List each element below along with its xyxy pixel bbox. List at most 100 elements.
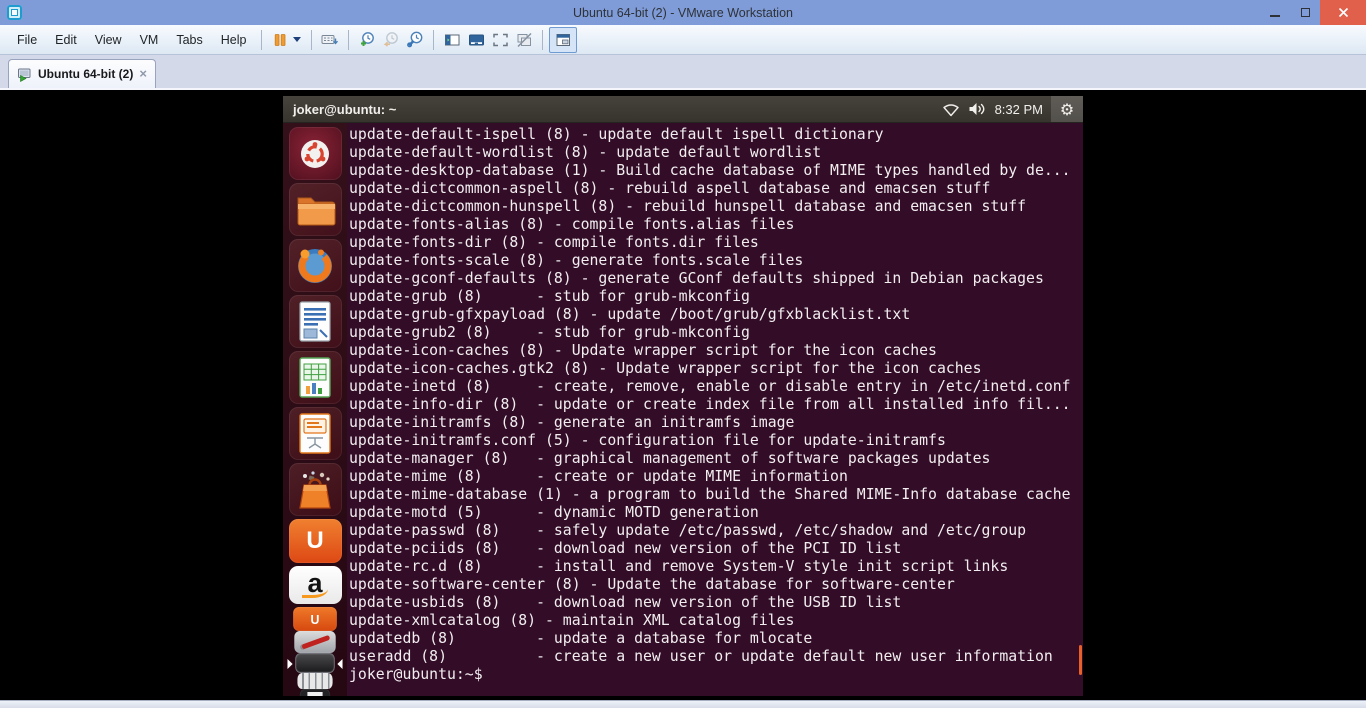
firefox-icon bbox=[298, 248, 332, 283]
terminal-line: update-initramfs (8) - generate an initr… bbox=[349, 414, 795, 431]
launcher-item-libreoffice-calc[interactable] bbox=[288, 351, 342, 404]
suspend-button[interactable] bbox=[268, 28, 292, 52]
window-title: Ubuntu 64-bit (2) - VMware Workstation bbox=[573, 5, 793, 20]
close-button[interactable] bbox=[1320, 0, 1366, 25]
thumbnail-bar-icon bbox=[468, 34, 484, 45]
titlebar: Ubuntu 64-bit (2) - VMware Workstation bbox=[0, 0, 1366, 25]
running-indicator-arrow bbox=[287, 659, 293, 669]
terminal-line: update-pciids (8) - download new version… bbox=[349, 540, 902, 557]
panel-window-title: joker@ubuntu: ~ bbox=[293, 101, 397, 117]
network-icon[interactable] bbox=[942, 102, 960, 117]
fullscreen-button[interactable] bbox=[488, 28, 512, 52]
terminal-line: update-icon-caches.gtk2 (8) - Update wra… bbox=[349, 360, 982, 377]
terminal-window[interactable]: update-default-ispell (8) - update defau… bbox=[347, 123, 1083, 696]
minimize-icon bbox=[1270, 14, 1280, 17]
launcher-item-libreoffice-writer[interactable] bbox=[288, 295, 342, 348]
terminal-line: update-icon-caches (8) - Update wrapper … bbox=[349, 342, 937, 359]
suspend-pause-icon bbox=[275, 33, 286, 46]
unity-mode-icon bbox=[517, 32, 532, 47]
send-ctrl-alt-del-button[interactable] bbox=[318, 28, 342, 52]
terminal-line: update-mime (8) - create or update MIME … bbox=[349, 468, 848, 485]
take-snapshot-button[interactable] bbox=[355, 28, 379, 52]
terminal-line: update-inetd (8) - create, remove, enabl… bbox=[349, 378, 1071, 395]
show-library-button[interactable] bbox=[440, 28, 464, 52]
terminal-line: update-fonts-dir (8) - compile fonts.dir… bbox=[349, 234, 759, 251]
terminal-line: update-grub (8) - stub for grub-mkconfig bbox=[349, 288, 750, 305]
terminal-line: update-desktop-database (1) - Build cach… bbox=[349, 162, 1071, 179]
software-center-bag-icon bbox=[299, 470, 331, 509]
terminal-line: update-fonts-scale (8) - generate fonts.… bbox=[349, 252, 804, 269]
unity-mode-button[interactable] bbox=[512, 28, 536, 52]
libreoffice-calc-icon bbox=[299, 356, 331, 398]
launcher-item-amazon[interactable]: a bbox=[288, 566, 342, 604]
tab-strip: Ubuntu 64-bit (2) × bbox=[0, 55, 1366, 88]
launcher-item-ubuntu-one[interactable]: U bbox=[288, 519, 342, 563]
terminal-line: update-rc.d (8) - install and remove Sys… bbox=[349, 558, 1009, 575]
toolbar-separator bbox=[311, 29, 313, 50]
terminal-prompt-line: joker@ubuntu:~$ bbox=[349, 666, 492, 683]
terminal-line: updatedb (8) - update a database for mlo… bbox=[349, 630, 813, 647]
console-view-button[interactable] bbox=[549, 26, 578, 53]
manage-snapshots-button[interactable] bbox=[403, 28, 427, 52]
menu-help[interactable]: Help bbox=[212, 28, 256, 52]
vm-console-area: joker@ubuntu: ~ 8:32 PM ⚙ U a U update-d… bbox=[0, 90, 1366, 700]
focused-indicator-arrow bbox=[337, 659, 343, 669]
terminal-line: update-fonts-alias (8) - compile fonts.a… bbox=[349, 216, 795, 233]
terminal-line: update-default-ispell (8) - update defau… bbox=[349, 126, 884, 143]
close-icon bbox=[1338, 7, 1348, 18]
library-panel-icon bbox=[444, 34, 460, 45]
menu-file[interactable]: File bbox=[8, 28, 46, 52]
launcher-item-terminal[interactable] bbox=[287, 653, 343, 673]
tab-close-icon[interactable]: × bbox=[139, 67, 147, 80]
launcher-item-system-settings[interactable] bbox=[294, 631, 336, 653]
terminal-line: update-info-dir (8) - update or create i… bbox=[349, 396, 1071, 413]
menubar: File Edit View VM Tabs Help bbox=[0, 25, 1366, 55]
terminal-line: update-dictcommon-aspell (8) - rebuild a… bbox=[349, 180, 991, 197]
launcher-item-workspace-keys[interactable] bbox=[297, 673, 333, 689]
vm-screen[interactable]: joker@ubuntu: ~ 8:32 PM ⚙ U a U update-d… bbox=[283, 96, 1083, 696]
terminal-line: update-manager (8) - graphical managemen… bbox=[349, 450, 991, 467]
revert-snapshot-button[interactable] bbox=[379, 28, 403, 52]
libreoffice-writer-icon bbox=[299, 300, 331, 342]
session-menu[interactable]: ⚙ bbox=[1051, 96, 1083, 122]
tab-label: Ubuntu 64-bit (2) bbox=[38, 67, 134, 81]
terminal-line: update-grub-gfxpayload (8) - update /boo… bbox=[349, 306, 911, 323]
terminal-scrollbar-thumb[interactable] bbox=[1079, 645, 1082, 675]
tab-ubuntu-64-bit-2[interactable]: Ubuntu 64-bit (2) × bbox=[8, 59, 156, 88]
menu-edit[interactable]: Edit bbox=[46, 28, 86, 52]
ubuntu-logo-icon bbox=[301, 139, 329, 168]
launcher-item-dash-home[interactable] bbox=[288, 127, 342, 180]
terminal-line: update-initramfs.conf (5) - configuratio… bbox=[349, 432, 946, 449]
menu-view[interactable]: View bbox=[86, 28, 131, 52]
restore-icon bbox=[1300, 5, 1315, 17]
launcher-item-backup-floppy[interactable] bbox=[299, 689, 331, 696]
manage-snapshots-icon bbox=[407, 31, 423, 48]
show-thumbnail-bar-button[interactable] bbox=[464, 28, 488, 52]
toolbar-separator bbox=[348, 29, 350, 50]
session-gear-icon: ⚙ bbox=[1059, 99, 1075, 119]
launcher-item-ubuntu-one-music[interactable]: U bbox=[293, 607, 337, 631]
toolbar-separator bbox=[261, 29, 263, 50]
toolbar-separator bbox=[542, 29, 544, 50]
terminal-line: useradd (8) - create a new user or updat… bbox=[349, 648, 1053, 665]
status-bar bbox=[0, 700, 1366, 708]
launcher-item-files[interactable] bbox=[288, 183, 342, 236]
clock-indicator[interactable]: 8:32 PM bbox=[995, 102, 1043, 117]
libreoffice-impress-icon bbox=[299, 412, 331, 454]
terminal-line: update-gconf-defaults (8) - generate GCo… bbox=[349, 270, 1044, 287]
launcher-item-ubuntu-software-center[interactable] bbox=[288, 463, 342, 516]
toolbar-separator bbox=[433, 29, 435, 50]
vmware-workstation-window: Ubuntu 64-bit (2) - VMware Workstation F… bbox=[0, 0, 1366, 708]
minimize-button[interactable] bbox=[1260, 0, 1290, 25]
menu-vm[interactable]: VM bbox=[131, 28, 168, 52]
suspend-dropdown-caret[interactable] bbox=[293, 37, 302, 42]
launcher-item-libreoffice-impress[interactable] bbox=[288, 407, 342, 460]
launcher-item-firefox[interactable] bbox=[288, 239, 342, 292]
ubuntu-top-panel: joker@ubuntu: ~ 8:32 PM ⚙ bbox=[283, 96, 1083, 123]
vm-tab-icon bbox=[18, 68, 31, 82]
menu-tabs[interactable]: Tabs bbox=[167, 28, 211, 52]
restore-button[interactable] bbox=[1290, 0, 1320, 25]
volume-icon[interactable] bbox=[968, 101, 987, 117]
terminal-line: update-motd (5) - dynamic MOTD generatio… bbox=[349, 504, 759, 521]
terminal-line: update-mime-database (1) - a program to … bbox=[349, 486, 1071, 503]
